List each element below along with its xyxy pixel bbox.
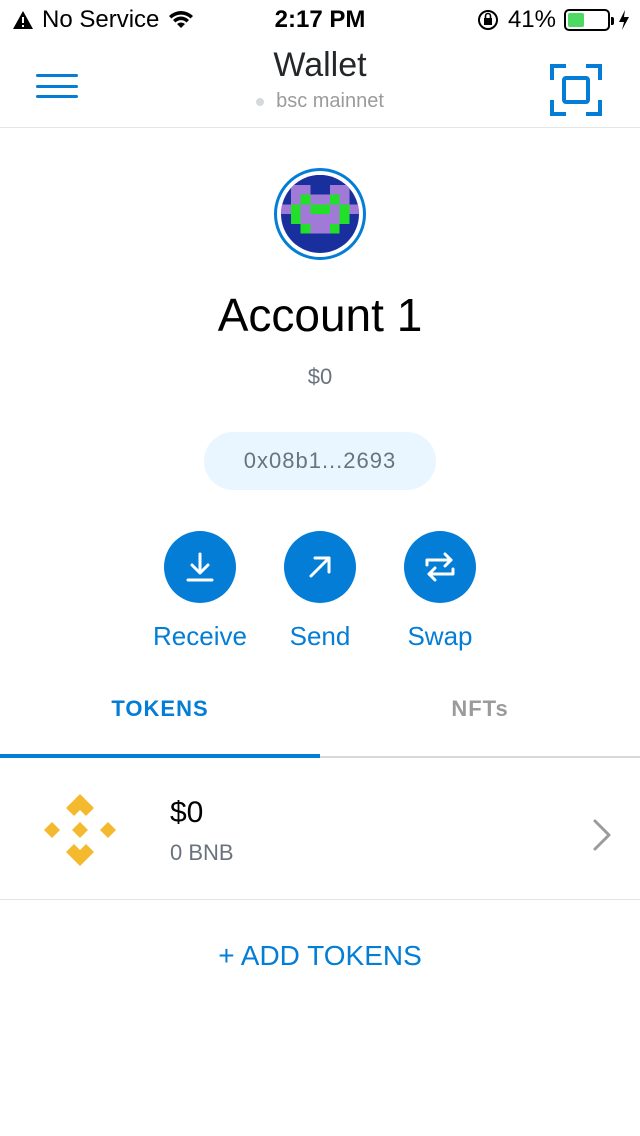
battery-icon	[564, 9, 614, 31]
status-right: 41%	[476, 6, 630, 34]
chevron-right-icon	[593, 819, 611, 851]
swap-label: Swap	[407, 621, 473, 651]
add-tokens-button[interactable]: + ADD TOKENS	[0, 940, 640, 972]
identicon	[281, 175, 359, 253]
scan-icon[interactable]	[550, 64, 602, 116]
swap-button[interactable]: Swap	[380, 531, 500, 652]
charging-icon	[619, 10, 629, 30]
send-circle	[284, 531, 356, 603]
send-label: Send	[289, 621, 351, 651]
receive-circle	[164, 531, 236, 603]
active-tab-indicator	[0, 754, 320, 758]
tab-nfts[interactable]: NFTs	[320, 682, 640, 758]
battery-percent: 41%	[507, 6, 556, 33]
asset-tabs: TOKENS NFTs	[0, 682, 640, 758]
bnb-logo-icon	[44, 794, 116, 866]
network-dot	[256, 97, 265, 106]
account-avatar[interactable]	[274, 168, 366, 260]
download-icon	[186, 552, 214, 582]
arrow-up-right-icon	[309, 556, 331, 578]
receive-button[interactable]: Receive	[140, 531, 260, 652]
tab-tokens[interactable]: TOKENS	[0, 682, 320, 758]
network-indicator[interactable]: bsc mainnet	[0, 90, 640, 113]
wallet-header: Wallet bsc mainnet	[0, 40, 640, 128]
page-title: Wallet	[273, 46, 367, 84]
send-button[interactable]: Send	[260, 531, 380, 652]
swap-circle	[404, 531, 476, 603]
account-address-button[interactable]: 0x08b1...2693	[204, 432, 436, 490]
token-fiat-balance: $0	[170, 796, 204, 829]
receive-label: Receive	[153, 621, 247, 651]
status-bar: No Service 2:17 PM 41%	[0, 0, 640, 40]
token-amount: 0 BNB	[170, 840, 234, 865]
network-name: bsc mainnet	[276, 90, 384, 112]
token-row-bnb[interactable]: $0 0 BNB	[0, 760, 640, 900]
account-name: Account 1	[217, 289, 423, 341]
orientation-lock-icon	[477, 10, 498, 30]
account-balance: $0	[307, 364, 333, 389]
swap-arrows-icon	[425, 552, 455, 582]
battery-fill	[568, 13, 584, 27]
